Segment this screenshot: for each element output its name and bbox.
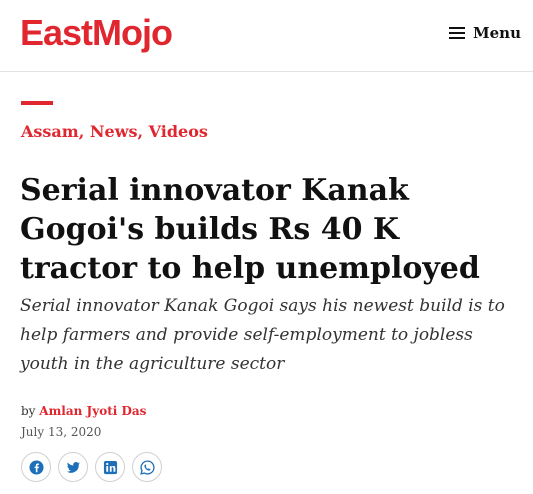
category-link-assam[interactable]: Assam (21, 122, 79, 141)
byline: by Amlan Jyoti Das (21, 404, 146, 418)
category-separator: , (78, 122, 85, 141)
share-linkedin-button[interactable] (95, 452, 125, 482)
menu-label: Menu (473, 24, 521, 42)
site-header: EastMojo Menu (0, 0, 533, 72)
share-twitter-button[interactable] (58, 452, 88, 482)
linkedin-icon (103, 460, 117, 474)
share-whatsapp-button[interactable] (132, 452, 162, 482)
facebook-icon (28, 459, 44, 475)
article-subtitle: Serial innovator Kanak Gogoi says his ne… (20, 296, 505, 374)
accent-bar (21, 101, 53, 105)
byline-prefix: by (21, 404, 36, 418)
publish-date: July 13, 2020 (21, 425, 102, 439)
menu-button[interactable]: Menu (449, 24, 521, 42)
share-buttons (21, 452, 162, 482)
twitter-icon (66, 461, 80, 473)
article-title: Serial innovator Kanak Gogoi's builds Rs… (20, 173, 480, 286)
category-link-videos[interactable]: Videos (149, 122, 208, 141)
share-facebook-button[interactable] (21, 452, 51, 482)
hamburger-icon (449, 27, 466, 39)
whatsapp-icon (139, 459, 155, 475)
site-logo[interactable]: EastMojo (20, 12, 173, 54)
category-list: Assam, News, Videos (21, 122, 208, 141)
category-separator: , (137, 122, 144, 141)
category-link-news[interactable]: News (90, 122, 138, 141)
author-link[interactable]: Amlan Jyoti Das (39, 404, 146, 418)
